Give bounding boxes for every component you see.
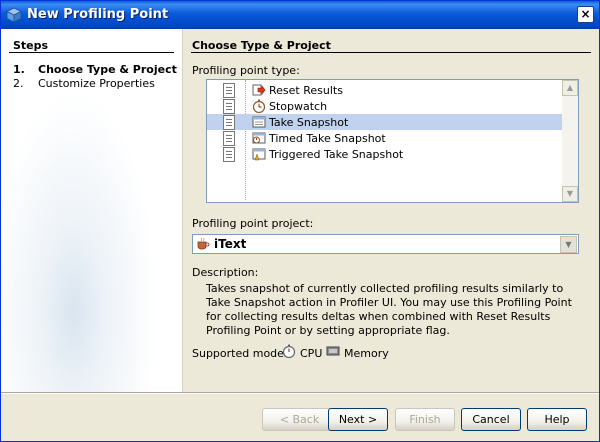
supported-modes-label: Supported modes: [192,347,294,360]
description-text: Takes snapshot of currently collected pr… [206,282,572,337]
list-item-triggered-take-snapshot[interactable]: Triggered Take Snapshot [207,146,562,162]
help-button[interactable]: Help [527,408,587,431]
type-list-scrollbar[interactable]: ▲ ▼ [562,80,578,202]
scroll-up-icon[interactable]: ▲ [562,80,578,96]
document-icon [223,147,235,162]
triggered-snapshot-icon [252,148,266,161]
steps-panel: Steps 1. Choose Type & Project 2. Customiz… [1,29,183,392]
list-item-label: Timed Take Snapshot [269,132,386,145]
cube-icon [6,7,22,23]
project-value: iText [214,237,247,251]
list-item-stopwatch[interactable]: Stopwatch [207,98,562,114]
footer-divider-highlight [1,393,599,394]
stopwatch-icon [252,99,266,113]
section-heading: Choose Type & Project [192,39,331,52]
step-label: Customize Properties [38,77,155,90]
chevron-down-icon[interactable]: ▼ [560,236,577,253]
steps-divider [9,52,174,53]
description-label: Description: [192,266,259,279]
coffee-cup-icon [197,237,210,250]
step-number: 1. [13,63,25,76]
list-item-label: Triggered Take Snapshot [269,148,404,161]
take-snapshot-icon [252,116,266,128]
document-icon [223,83,235,98]
timed-snapshot-icon [252,132,266,144]
step-number: 2. [13,77,24,90]
section-divider [191,52,591,53]
list-item-reset-results[interactable]: Reset Results [207,82,562,98]
mode-label: CPU [300,347,323,360]
document-icon [223,115,235,130]
step-item-customize: 2. Customize Properties [13,77,155,90]
scroll-down-icon[interactable]: ▼ [562,186,578,202]
reset-results-icon [252,84,266,96]
document-icon [223,99,235,114]
list-item-take-snapshot[interactable]: Take Snapshot [207,114,562,130]
type-label: Profiling point type: [192,64,300,77]
document-icon [223,131,235,146]
cancel-button[interactable]: Cancel [461,408,521,431]
list-item-label: Take Snapshot [269,116,349,129]
type-list[interactable]: Reset Results Stopwatch Take Snapshot Ti… [206,79,579,203]
finish-button[interactable]: Finish [395,408,455,431]
memory-chip-icon [326,346,340,356]
close-button[interactable]: × [577,6,594,23]
title-bar[interactable]: New Profiling Point × [1,1,599,29]
project-label: Profiling point project: [192,217,314,230]
main-panel: Choose Type & Project Profiling point ty… [183,29,599,392]
back-button[interactable]: < Back [262,408,337,431]
project-select[interactable]: iText ▼ [192,234,579,254]
mode-label: Memory [344,347,389,360]
next-button[interactable]: Next > [328,408,388,431]
stopwatch-icon [282,344,296,358]
step-item-choose-type: 1. Choose Type & Project [13,63,177,76]
step-label: Choose Type & Project [38,63,177,76]
list-item-timed-take-snapshot[interactable]: Timed Take Snapshot [207,130,562,146]
window-title: New Profiling Point [27,7,169,22]
list-item-label: Reset Results [269,84,343,97]
dialog-window: New Profiling Point × Steps 1. Choose Typ… [0,0,600,442]
steps-heading: Steps [13,39,49,52]
list-item-label: Stopwatch [269,100,328,113]
